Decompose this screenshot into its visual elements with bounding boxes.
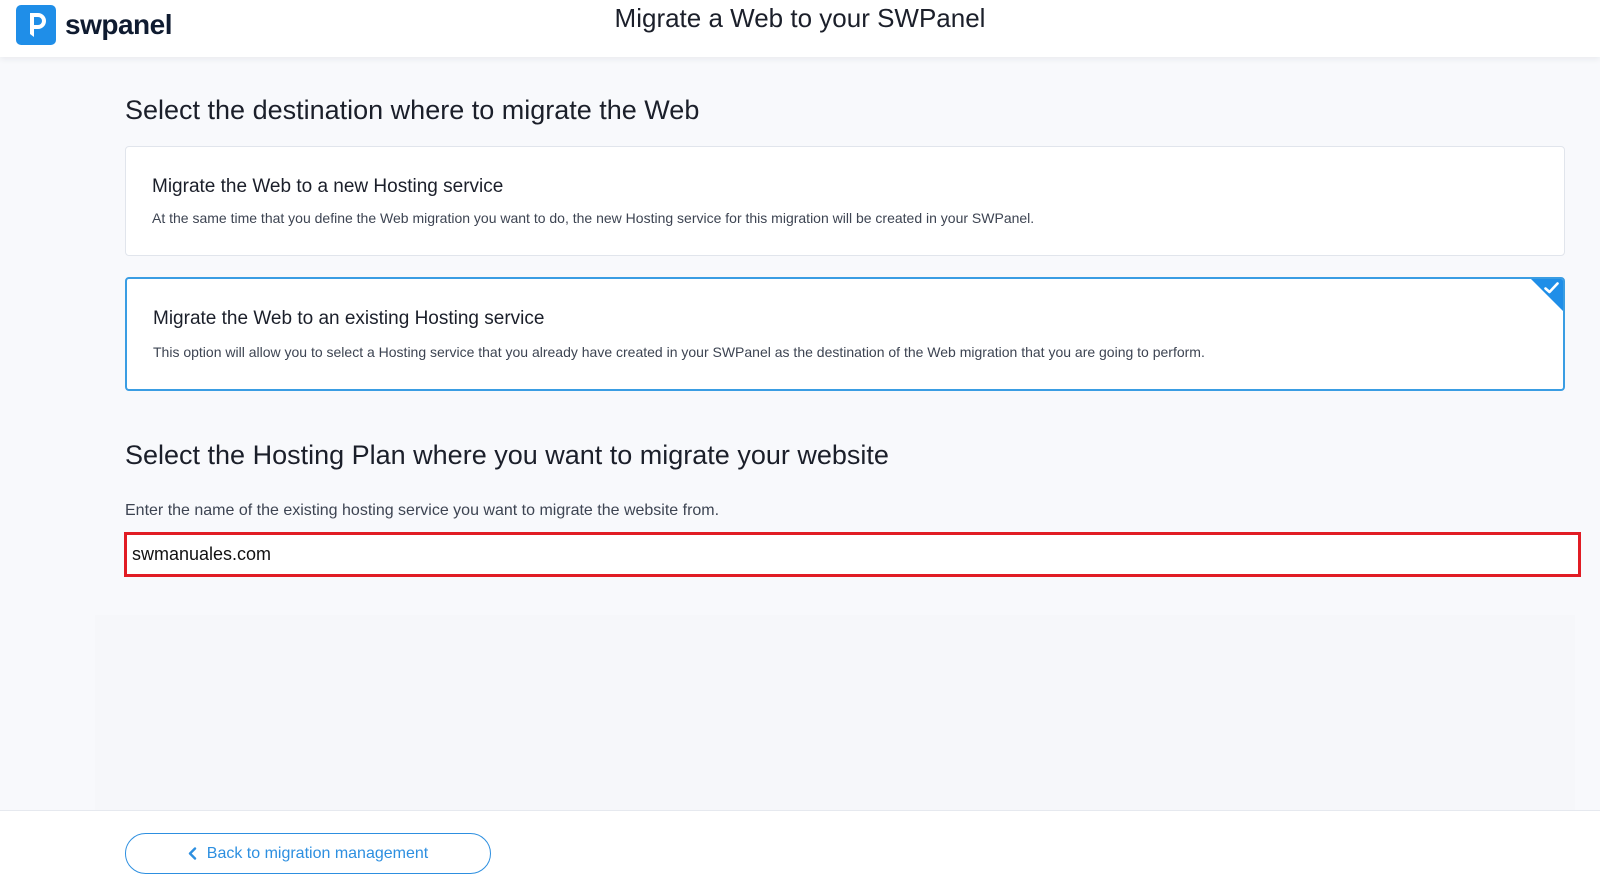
- hosting-plan-heading: Select the Hosting Plan where you want t…: [125, 440, 889, 470]
- option-existing-hosting-title: Migrate the Web to an existing Hosting s…: [153, 308, 545, 329]
- option-new-hosting-title: Migrate the Web to a new Hosting service: [152, 176, 504, 197]
- hosting-name-label: Enter the name of the existing hosting s…: [125, 502, 720, 519]
- hosting-name-input[interactable]: [124, 532, 1581, 577]
- page-title: Migrate a Web to your SWPanel: [614, 3, 986, 33]
- option-new-hosting-description: At the same time that you define the Web…: [152, 210, 1035, 226]
- option-existing-hosting-description: This option will allow you to select a H…: [153, 344, 1205, 360]
- back-to-migration-label: Back to migration management: [206, 844, 429, 862]
- destination-heading: Select the destination where to migrate …: [125, 95, 700, 125]
- results-panel: [95, 615, 1575, 810]
- chevron-left-icon: [188, 847, 197, 860]
- back-to-migration-button[interactable]: Back to migration management: [125, 833, 491, 874]
- footer-bar: Back to migration management: [0, 810, 1600, 882]
- option-new-hosting[interactable]: Migrate the Web to a new Hosting service…: [125, 146, 1565, 256]
- option-existing-hosting[interactable]: Migrate the Web to an existing Hosting s…: [125, 277, 1565, 391]
- top-header: swpanel Migrate a Web to your SWPanel: [0, 0, 1600, 57]
- checkmark-icon: [1544, 282, 1559, 294]
